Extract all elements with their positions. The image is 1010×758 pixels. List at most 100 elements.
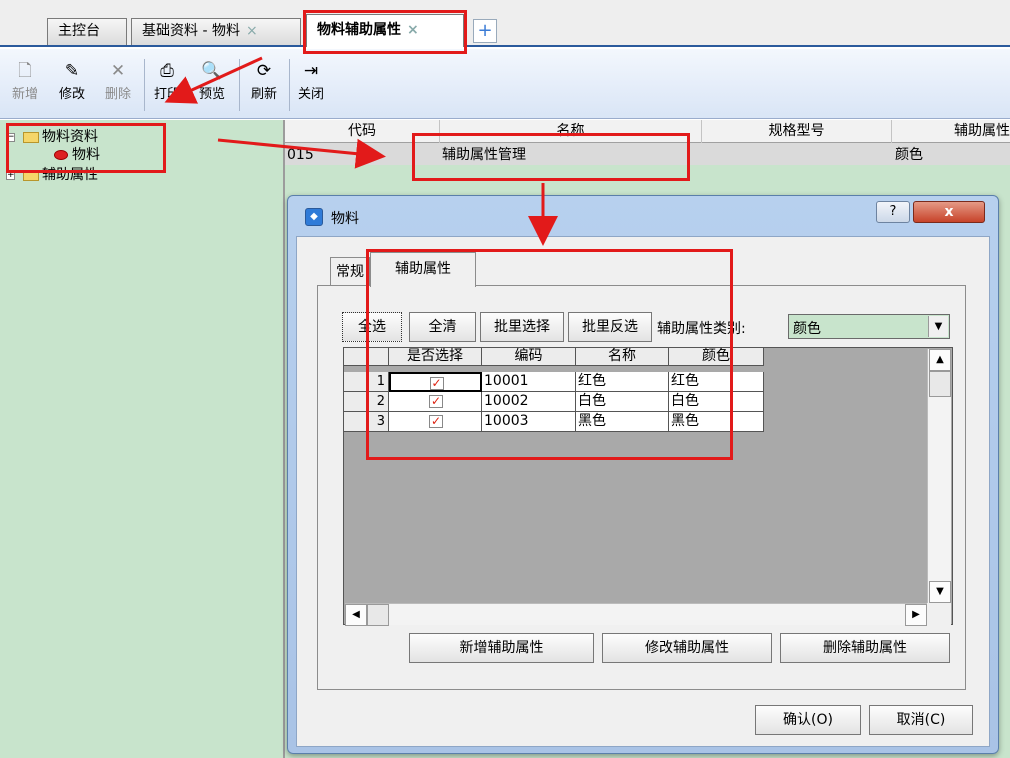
preview-icon: 🔍 xyxy=(201,61,223,81)
printer-icon: ⎙ xyxy=(160,61,174,81)
print-label: 打印 xyxy=(153,87,180,102)
check-icon[interactable]: ✓ xyxy=(429,377,444,390)
ok-button[interactable]: 确认(O) xyxy=(755,705,861,735)
row-number[interactable]: 1 xyxy=(344,372,389,392)
horizontal-scrollbar[interactable]: ◀ ▶ xyxy=(345,603,927,626)
scroll-right-icon[interactable]: ▶ xyxy=(905,604,927,626)
vertical-scrollbar[interactable]: ▲ ▼ xyxy=(927,349,951,604)
cancel-button[interactable]: 取消(C) xyxy=(869,705,973,735)
expand-icon[interactable]: + xyxy=(6,170,15,180)
refresh-icon: ⟳ xyxy=(256,61,272,81)
select-all-button[interactable]: 全选 xyxy=(342,312,402,342)
dialog-title: 物料 xyxy=(331,211,359,227)
scroll-down-icon[interactable]: ▼ xyxy=(929,581,951,603)
column-header-code[interactable]: 编码 xyxy=(482,348,576,366)
tab-aux-attributes[interactable]: 辅助属性 xyxy=(370,252,476,287)
close-tab-icon[interactable]: × xyxy=(246,23,258,39)
column-header-color[interactable]: 颜色 xyxy=(669,348,764,366)
cell-name: 白色 xyxy=(576,392,669,412)
checkbox-cell[interactable]: ✓ xyxy=(389,372,482,392)
edit-button[interactable]: ✎ 修改 xyxy=(55,57,89,113)
cell-aux-attribute: 颜色 xyxy=(895,147,923,163)
grid-header: 代码 名称 规格型号 辅助属性 xyxy=(285,120,1010,143)
column-header-code[interactable]: 代码 xyxy=(285,120,440,143)
scroll-corner xyxy=(927,603,951,625)
delete-button[interactable]: ✕ 删除 xyxy=(98,57,138,113)
refresh-label: 刷新 xyxy=(250,87,277,102)
add-aux-attribute-button[interactable]: 新增辅助属性 xyxy=(409,633,594,663)
new-button[interactable]: 🗋 新增 xyxy=(8,57,42,113)
tab-label: 物料辅助属性 xyxy=(317,22,401,38)
toolbar-separator xyxy=(289,59,290,111)
tab-main-console[interactable]: 主控台 xyxy=(47,18,127,45)
folder-icon xyxy=(23,131,39,143)
column-header-selected[interactable]: 是否选择 xyxy=(389,348,482,366)
tree-node-material[interactable]: 物料 xyxy=(50,146,100,164)
category-select[interactable]: 颜色 xyxy=(788,314,950,339)
scroll-up-icon[interactable]: ▲ xyxy=(929,349,951,371)
refresh-button[interactable]: ⟳ 刷新 xyxy=(246,57,282,113)
check-icon[interactable]: ✓ xyxy=(429,415,443,428)
preview-label: 预览 xyxy=(198,87,225,102)
new-document-icon: 🗋 xyxy=(18,61,32,81)
dialog-close-button[interactable]: x xyxy=(913,201,985,223)
scroll-left-icon[interactable]: ◀ xyxy=(345,604,367,626)
material-node-icon xyxy=(54,150,68,160)
batch-invert-button[interactable]: 批里反选 xyxy=(568,312,652,342)
delete-icon: ✕ xyxy=(110,61,126,81)
add-tab-icon[interactable]: + xyxy=(473,19,497,43)
help-button[interactable]: ? xyxy=(876,201,910,223)
clear-all-button[interactable]: 全清 xyxy=(409,312,476,342)
delete-label: 删除 xyxy=(104,87,131,102)
tree-node-label: 物料资料 xyxy=(42,129,98,145)
tab-material-aux-attributes[interactable]: 物料辅助属性 × xyxy=(306,14,464,47)
cell-code: 10002 xyxy=(482,392,576,412)
tree-node-label: 物料 xyxy=(72,147,100,163)
cell-color: 白色 xyxy=(669,392,764,412)
check-icon[interactable]: ✓ xyxy=(429,395,443,408)
toolbar: 🗋 新增 ✎ 修改 ✕ 删除 ⎙ 打印 🔍 预览 ⟳ 刷新 ⇥ 关闭 xyxy=(0,49,1010,119)
edit-aux-attribute-button[interactable]: 修改辅助属性 xyxy=(602,633,772,663)
toolbar-separator xyxy=(239,59,240,111)
tab-general[interactable]: 常规 xyxy=(330,257,370,287)
edit-icon: ✎ xyxy=(64,61,80,81)
dialog-app-icon: ◆ xyxy=(305,208,323,226)
row-number-header xyxy=(344,348,389,366)
delete-aux-attribute-button[interactable]: 删除辅助属性 xyxy=(780,633,950,663)
cell-color: 红色 xyxy=(669,372,764,392)
collapse-icon[interactable]: − xyxy=(6,132,15,142)
cell-color: 黑色 xyxy=(669,412,764,432)
preview-button[interactable]: 🔍 预览 xyxy=(194,57,230,113)
new-label: 新增 xyxy=(11,87,38,102)
tab-label: 主控台 xyxy=(58,23,100,39)
toolbar-separator xyxy=(144,59,145,111)
checkbox-cell[interactable]: ✓ xyxy=(389,392,482,412)
edit-label: 修改 xyxy=(58,87,85,102)
category-select-value: 颜色 xyxy=(793,321,821,337)
cell-name: 红色 xyxy=(576,372,669,392)
batch-select-button[interactable]: 批里选择 xyxy=(480,312,564,342)
scroll-thumb[interactable] xyxy=(367,604,389,626)
exit-door-icon: ⇥ xyxy=(303,61,319,81)
close-button[interactable]: ⇥ 关闭 xyxy=(294,57,328,113)
column-header-aux-attribute[interactable]: 辅助属性 xyxy=(892,120,1010,143)
scroll-thumb[interactable] xyxy=(929,371,951,397)
column-header-name[interactable]: 名称 xyxy=(440,120,702,143)
column-header-name[interactable]: 名称 xyxy=(576,348,669,366)
checkbox-cell[interactable]: ✓ xyxy=(389,412,482,432)
close-tab-icon[interactable]: × xyxy=(407,22,419,38)
row-number[interactable]: 2 xyxy=(344,392,389,412)
tree-node-material-data[interactable]: − 物料资料 xyxy=(6,128,98,146)
cell-name: 黑色 xyxy=(576,412,669,432)
tab-label: 基础资料 - 物料 xyxy=(142,23,240,39)
category-tree: − 物料资料 物料 + 辅助属性 xyxy=(0,120,285,758)
document-tab-strip: 主控台 基础资料 - 物料 × 物料辅助属性 × + xyxy=(0,0,1010,47)
tab-basic-materials[interactable]: 基础资料 - 物料 × xyxy=(131,18,301,45)
cell-code: 10001 xyxy=(482,372,576,392)
row-number[interactable]: 3 xyxy=(344,412,389,432)
print-button[interactable]: ⎙ 打印 xyxy=(150,57,184,113)
tree-node-label: 辅助属性 xyxy=(42,167,98,183)
column-header-spec[interactable]: 规格型号 xyxy=(702,120,892,143)
chevron-down-icon[interactable]: ▼ xyxy=(928,316,948,337)
tree-node-aux-attributes[interactable]: + 辅助属性 xyxy=(6,166,98,184)
